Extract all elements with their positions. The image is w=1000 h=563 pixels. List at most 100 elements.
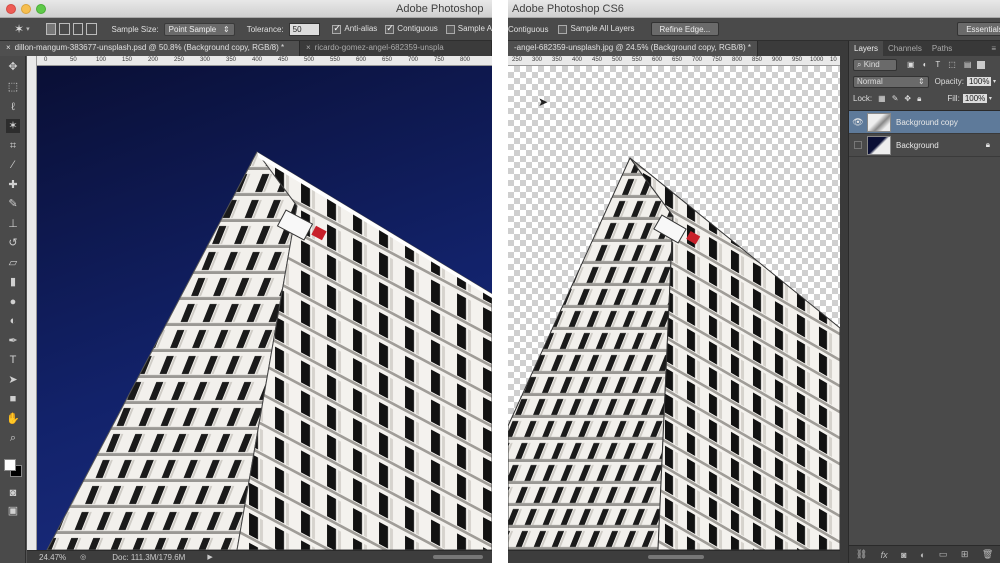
filter-pixel-icon[interactable]: ▣ — [907, 60, 915, 69]
image-canvas-transparent[interactable]: ➤ — [508, 66, 840, 550]
opacity-dropdown-icon[interactable]: ▾ — [993, 78, 996, 85]
filter-toggle-icon[interactable] — [977, 60, 986, 69]
type-icon[interactable]: T — [6, 353, 20, 367]
layer-name[interactable]: Background copy — [896, 118, 958, 127]
zoom-window-button[interactable] — [36, 4, 46, 14]
tab-layers[interactable]: Layers — [849, 41, 884, 56]
add-mask-icon[interactable]: ◙ — [901, 550, 906, 560]
sample-all-layers-option[interactable]: Sample All Layers — [558, 24, 635, 34]
contiguous-option[interactable]: Contiguous — [385, 23, 438, 34]
tab-ricardo-gomez[interactable]: × ricardo-gomez-angel-682359-unspla — [300, 41, 492, 56]
ruler-tick: 650 — [672, 57, 683, 63]
dodge-icon[interactable]: ◐ — [6, 314, 20, 328]
zoom-level[interactable]: 24.47% — [39, 553, 66, 562]
blur-icon[interactable]: ● — [6, 295, 20, 309]
tab-dillon-mangum[interactable]: × dillon-mangum-383677-unsplash.psd @ 50.… — [0, 41, 300, 56]
horizontal-scrollbar[interactable] — [432, 555, 483, 559]
ruler-tick: 0 — [44, 57, 48, 63]
layer-style-icon[interactable]: fx — [881, 550, 888, 560]
status-menu-arrow-icon[interactable]: ▶ — [207, 553, 212, 561]
tab-paths[interactable]: Paths — [927, 41, 957, 56]
quick-mask-icon[interactable]: ◙ — [6, 486, 20, 500]
contiguous-checkbox[interactable] — [385, 23, 395, 34]
close-tab-icon[interactable]: × — [6, 43, 11, 52]
anti-alias-option[interactable]: Anti-alias — [332, 23, 377, 34]
eye-visibility-icon[interactable]: 👁︎ — [849, 117, 867, 128]
add-to-selection-icon[interactable] — [59, 23, 70, 35]
new-group-icon[interactable]: ▭ — [939, 549, 948, 560]
layer-row-background[interactable]: Background 🔒︎ — [849, 134, 1000, 157]
sample-size-select[interactable]: Point Sample ⇕ — [163, 22, 235, 36]
chevron-down-icon[interactable]: ▾ — [26, 25, 30, 33]
opacity-input[interactable]: 100% — [966, 77, 991, 86]
visibility-toggle[interactable] — [849, 141, 867, 149]
close-window-button[interactable] — [6, 4, 16, 14]
magic-wand-preset-icon[interactable]: ✶ — [14, 22, 24, 36]
select-arrows-icon: ⇕ — [223, 24, 230, 34]
horizontal-scrollbar[interactable] — [648, 555, 704, 559]
marquee-icon[interactable]: ⬚ — [6, 80, 20, 94]
delete-layer-icon[interactable]: 🗑︎ — [982, 549, 993, 560]
crop-icon[interactable]: ⌗ — [6, 139, 20, 153]
fill-dropdown-icon[interactable]: ▾ — [989, 95, 992, 102]
panel-menu-icon[interactable]: ≡ — [987, 41, 1000, 56]
tab-channels[interactable]: Channels — [883, 41, 927, 56]
move-icon[interactable]: ✥ — [6, 60, 20, 74]
filter-adjustment-icon[interactable]: ◐ — [923, 60, 928, 69]
filter-kind-select[interactable]: ⌕ Kind — [853, 58, 897, 71]
sample-all-checkbox[interactable] — [445, 24, 455, 34]
sample-all-option[interactable]: Sample A — [445, 24, 492, 34]
subtract-from-selection-icon[interactable] — [72, 23, 84, 35]
path-select-icon[interactable]: ➤ — [6, 373, 20, 387]
window-divider — [492, 0, 508, 563]
new-selection-icon[interactable] — [45, 23, 57, 35]
link-layers-icon[interactable]: ⛓︎ — [856, 549, 867, 560]
ruler-tick: 650 — [382, 57, 393, 63]
panel-collapse-strip[interactable] — [840, 41, 848, 563]
filter-type-icon[interactable]: T — [935, 60, 940, 69]
filter-shape-icon[interactable]: ⬚ — [948, 60, 956, 69]
tab-ricardo-gomez[interactable]: -angel-682359-unsplash.jpg @ 24.5% (Back… — [508, 41, 758, 56]
foreground-color-swatch[interactable] — [4, 459, 16, 471]
lock-all-icon[interactable]: 🔒︎ — [917, 94, 921, 104]
lock-transparent-icon[interactable]: ▦ — [878, 94, 886, 103]
lock-position-icon[interactable]: ✥ — [904, 94, 911, 103]
adjustment-layer-icon[interactable]: ◐ — [920, 550, 925, 560]
status-info-icon[interactable]: ◎ — [80, 553, 86, 561]
minimize-window-button[interactable] — [21, 4, 31, 14]
eyedropper-icon[interactable]: ⁄ — [6, 158, 20, 172]
layer-name[interactable]: Background — [896, 141, 939, 150]
refine-edge-button[interactable]: Refine Edge... — [650, 22, 720, 36]
window-controls — [6, 4, 46, 14]
fill-input[interactable]: 100% — [962, 94, 987, 103]
workspace-switcher[interactable]: Essentials — [957, 22, 1000, 36]
stamp-icon[interactable]: ⊥ — [6, 217, 20, 231]
new-layer-icon[interactable]: ⊞ — [961, 549, 969, 560]
rectangle-icon[interactable]: ■ — [6, 392, 20, 406]
lasso-icon[interactable]: ℓ — [6, 100, 20, 114]
ruler-tick: 600 — [356, 57, 367, 63]
intersect-selection-icon[interactable] — [86, 23, 97, 35]
layer-row-background-copy[interactable]: 👁︎ Background copy — [849, 111, 1000, 134]
sample-all-layers-checkbox[interactable] — [558, 24, 568, 34]
magic-wand-icon[interactable]: ✶ — [6, 119, 20, 133]
eraser-icon[interactable]: ▱ — [6, 256, 20, 270]
layers-panel-footer: ⛓︎ fx ◙ ◐ ▭ ⊞ 🗑︎ — [849, 545, 1000, 563]
lock-pixels-icon[interactable]: ✎ — [892, 94, 899, 103]
filter-smart-object-icon[interactable]: ▤ — [964, 60, 972, 69]
contiguous-option[interactable]: Contiguous — [508, 25, 548, 34]
blend-mode-select[interactable]: Normal ⇕ — [853, 75, 929, 88]
gradient-icon[interactable]: ▮ — [6, 275, 20, 289]
ruler-tick: 350 — [226, 57, 237, 63]
tolerance-input[interactable]: 50 — [288, 22, 321, 36]
brush-icon[interactable]: ✎ — [6, 197, 20, 211]
screen-mode-icon[interactable]: ▣ — [6, 504, 20, 518]
hand-icon[interactable]: ✋ — [6, 412, 20, 426]
pen-icon[interactable]: ✒ — [6, 334, 20, 348]
anti-alias-checkbox[interactable] — [332, 23, 342, 34]
zoom-icon[interactable]: ⌕ — [6, 431, 20, 445]
close-tab-icon[interactable]: × — [306, 43, 311, 52]
image-canvas[interactable] — [37, 66, 492, 550]
healing-icon[interactable]: ✚ — [6, 178, 20, 192]
history-brush-icon[interactable]: ↺ — [6, 236, 20, 250]
